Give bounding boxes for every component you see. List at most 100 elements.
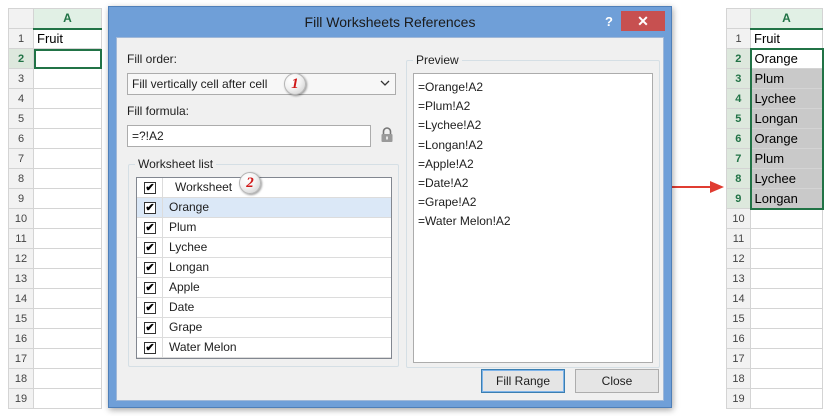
fill-order-select[interactable]: Fill vertically cell after cell <box>127 73 396 95</box>
row-header[interactable]: 7 <box>726 148 751 169</box>
titlebar-close-button[interactable]: ✕ <box>621 11 665 31</box>
row-header[interactable]: 3 <box>8 68 34 89</box>
row-header[interactable]: 18 <box>8 368 34 389</box>
cell[interactable] <box>33 308 102 329</box>
row-header[interactable]: 4 <box>8 88 34 109</box>
worksheet-checkbox[interactable]: ✔ <box>144 262 156 274</box>
column-header-a[interactable]: A <box>33 8 102 30</box>
cell[interactable]: Longan <box>749 188 824 210</box>
help-button[interactable]: ? <box>599 12 619 32</box>
row-header[interactable]: 19 <box>726 388 751 409</box>
fill-range-button[interactable]: Fill Range <box>481 369 565 393</box>
row-header[interactable]: 15 <box>726 308 751 329</box>
select-all-corner[interactable] <box>726 8 751 29</box>
row-header[interactable]: 6 <box>8 128 34 149</box>
cell[interactable] <box>750 268 823 289</box>
row-header[interactable]: 5 <box>726 108 751 129</box>
row-header[interactable]: 10 <box>726 208 751 229</box>
cell[interactable]: Fruit <box>33 28 102 49</box>
row-header[interactable]: 16 <box>8 328 34 349</box>
row-header[interactable]: 12 <box>726 248 751 269</box>
row-header[interactable]: 11 <box>726 228 751 249</box>
worksheet-checkbox[interactable]: ✔ <box>144 222 156 234</box>
row-header[interactable]: 2 <box>726 48 751 69</box>
column-header-a[interactable]: A <box>750 8 823 30</box>
fill-formula-field[interactable]: =?!A2 <box>127 125 371 147</box>
cell[interactable] <box>750 208 823 229</box>
cell[interactable] <box>33 188 102 209</box>
cell[interactable] <box>33 88 102 109</box>
cell[interactable]: Lychee <box>749 168 824 189</box>
worksheet-checkbox[interactable]: ✔ <box>144 322 156 334</box>
cell[interactable] <box>33 328 102 349</box>
cell[interactable] <box>33 368 102 389</box>
row-header[interactable]: 14 <box>8 288 34 309</box>
worksheet-checkbox[interactable]: ✔ <box>144 202 156 214</box>
cell[interactable] <box>33 48 102 69</box>
cell[interactable] <box>33 128 102 149</box>
row-header[interactable]: 7 <box>8 148 34 169</box>
cell[interactable] <box>33 268 102 289</box>
row-header[interactable]: 17 <box>726 348 751 369</box>
cell[interactable] <box>750 228 823 249</box>
row-header[interactable]: 10 <box>8 208 34 229</box>
worksheet-checkbox[interactable]: ✔ <box>144 282 156 294</box>
cell[interactable]: Fruit <box>750 28 823 49</box>
worksheet-checkbox[interactable]: ✔ <box>144 242 156 254</box>
worksheet-checkbox[interactable]: ✔ <box>144 302 156 314</box>
row-header[interactable]: 3 <box>726 68 751 89</box>
row-header[interactable]: 5 <box>8 108 34 129</box>
lock-icon[interactable] <box>380 127 394 143</box>
row-header[interactable]: 18 <box>726 368 751 389</box>
row-header[interactable]: 19 <box>8 388 34 409</box>
dialog-titlebar[interactable]: Fill Worksheets References ? ✕ <box>109 7 671 37</box>
row-header[interactable]: 6 <box>726 128 751 149</box>
cell[interactable]: Plum <box>749 68 824 89</box>
row-header[interactable]: 14 <box>726 288 751 309</box>
row-header[interactable]: 11 <box>8 228 34 249</box>
worksheet-list-item[interactable]: ✔ Water Melon <box>137 338 391 358</box>
row-header[interactable]: 16 <box>726 328 751 349</box>
row-header[interactable]: 17 <box>8 348 34 369</box>
cell[interactable] <box>750 288 823 309</box>
worksheet-header-row[interactable]: ✔ Worksheet <box>137 178 391 198</box>
cell[interactable] <box>750 308 823 329</box>
row-header[interactable]: 2 <box>8 48 34 69</box>
worksheet-list-item[interactable]: ✔ Date <box>137 298 391 318</box>
row-header[interactable]: 9 <box>726 188 751 209</box>
row-header[interactable]: 12 <box>8 248 34 269</box>
select-all-corner[interactable] <box>8 8 34 29</box>
cell[interactable]: Lychee <box>749 88 824 109</box>
worksheet-checkbox[interactable]: ✔ <box>144 342 156 354</box>
cell[interactable] <box>33 68 102 89</box>
cell[interactable]: Longan <box>749 108 824 129</box>
cell[interactable] <box>33 148 102 169</box>
cell[interactable] <box>33 168 102 189</box>
row-header[interactable]: 13 <box>8 268 34 289</box>
row-header[interactable]: 1 <box>8 28 34 49</box>
row-header[interactable]: 13 <box>726 268 751 289</box>
cell[interactable]: Plum <box>749 148 824 169</box>
cell[interactable] <box>33 108 102 129</box>
select-all-checkbox[interactable]: ✔ <box>144 182 156 194</box>
cell[interactable] <box>750 328 823 349</box>
cell[interactable] <box>750 248 823 269</box>
cell[interactable] <box>33 288 102 309</box>
worksheet-list-item[interactable]: ✔ Plum <box>137 218 391 238</box>
row-header[interactable]: 15 <box>8 308 34 329</box>
worksheet-list-item[interactable]: ✔ Apple <box>137 278 391 298</box>
cell[interactable] <box>33 228 102 249</box>
cell[interactable]: Orange <box>749 47 824 69</box>
cell[interactable] <box>33 208 102 229</box>
cell[interactable] <box>33 348 102 369</box>
row-header[interactable]: 8 <box>8 168 34 189</box>
close-button[interactable]: Close <box>575 369 659 393</box>
cell[interactable] <box>750 388 823 409</box>
cell[interactable] <box>750 348 823 369</box>
cell[interactable] <box>33 388 102 409</box>
cell[interactable] <box>750 368 823 389</box>
worksheet-list-item[interactable]: ✔ Grape <box>137 318 391 338</box>
row-header[interactable]: 9 <box>8 188 34 209</box>
worksheet-list-item[interactable]: ✔ Orange <box>137 198 391 218</box>
row-header[interactable]: 4 <box>726 88 751 109</box>
